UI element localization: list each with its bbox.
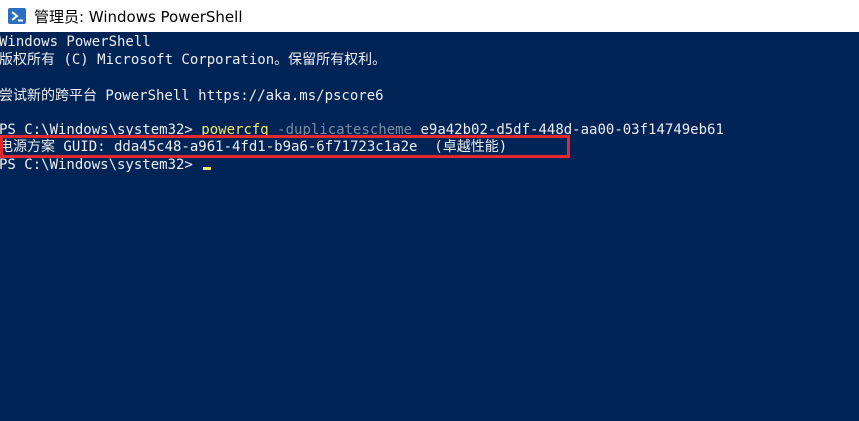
prompt-line: PS C:\Windows\system32> <box>0 156 212 174</box>
prompt-text: PS C:\Windows\system32> <box>0 157 202 173</box>
text-cursor <box>203 167 212 170</box>
copyright-line: 版权所有 (C) Microsoft Corporation。保留所有权利。 <box>0 52 387 68</box>
title-bar[interactable]: 管理员: Windows PowerShell <box>0 0 859 32</box>
console-area[interactable]: Windows PowerShell 版权所有 (C) Microsoft Co… <box>0 32 859 421</box>
powershell-window: 管理员: Windows PowerShell Windows PowerShe… <box>0 0 859 421</box>
window-title: 管理员: Windows PowerShell <box>34 7 243 26</box>
banner-title-line: Windows PowerShell <box>0 34 151 50</box>
powershell-icon <box>8 8 26 24</box>
try-new-line: 尝试新的跨平台 PowerShell https://aka.ms/pscore… <box>0 88 384 104</box>
highlight-annotation-box <box>0 135 570 158</box>
